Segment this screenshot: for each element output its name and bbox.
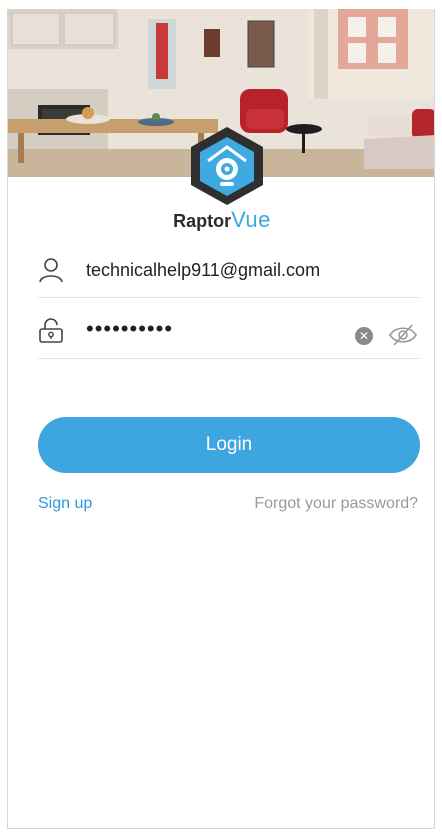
brand-name-part1: Raptor: [173, 211, 232, 231]
brand-name: RaptorVue: [8, 207, 434, 233]
sign-up-link[interactable]: Sign up: [38, 495, 92, 513]
camera-logo-icon: [186, 125, 268, 207]
clear-icon[interactable]: ✕: [355, 327, 373, 345]
brand-name-part2: Vue: [231, 207, 271, 232]
eye-off-icon[interactable]: [388, 322, 418, 348]
email-value[interactable]: technicalhelp911@gmail.com: [86, 260, 320, 281]
password-field[interactable]: •••••••••• ✕: [38, 302, 420, 359]
forgot-password-link[interactable]: Forgot your password?: [254, 495, 418, 513]
user-icon: [38, 257, 64, 283]
login-screen: RaptorVue technicalhelp911@gmail.com •••…: [7, 9, 435, 829]
password-value[interactable]: ••••••••••: [86, 316, 173, 342]
login-button[interactable]: Login: [38, 417, 420, 473]
email-field[interactable]: technicalhelp911@gmail.com: [38, 241, 420, 298]
lock-icon: [38, 318, 64, 344]
